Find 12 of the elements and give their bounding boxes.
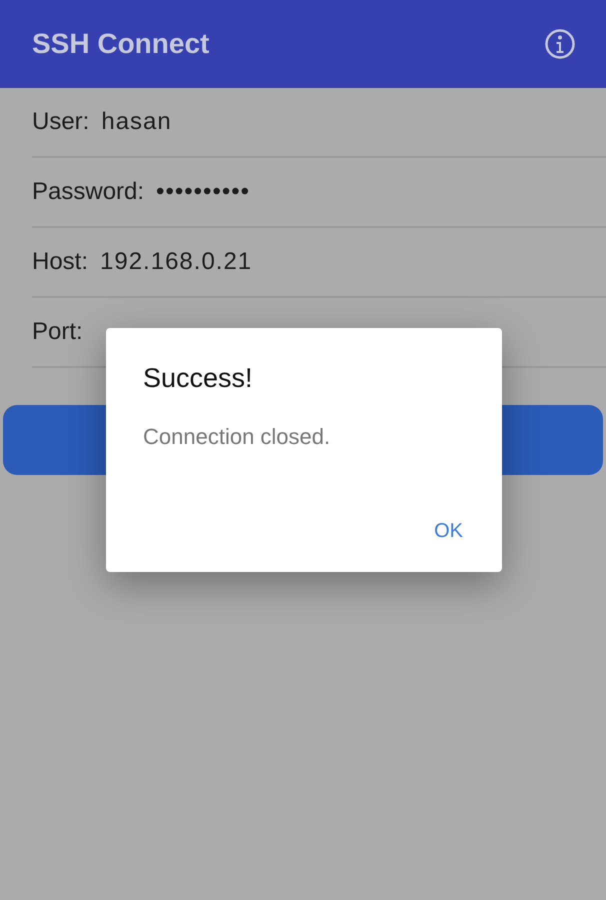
- field-label: Password:: [32, 177, 144, 207]
- field-value[interactable]: 192.168.0.21: [100, 244, 252, 280]
- dialog-title: Success!: [143, 362, 254, 394]
- field-value[interactable]: hasan: [101, 104, 172, 140]
- field-label: Host:: [32, 247, 88, 277]
- ok-button[interactable]: OK: [432, 516, 465, 546]
- app-title: SSH Connect: [32, 27, 210, 61]
- info-icon[interactable]: [544, 28, 576, 60]
- field-label: Port:: [32, 317, 83, 347]
- field-value[interactable]: ••••••••••: [156, 174, 250, 210]
- field-label: User:: [32, 107, 90, 137]
- dialog-message: Connection closed.: [143, 423, 332, 451]
